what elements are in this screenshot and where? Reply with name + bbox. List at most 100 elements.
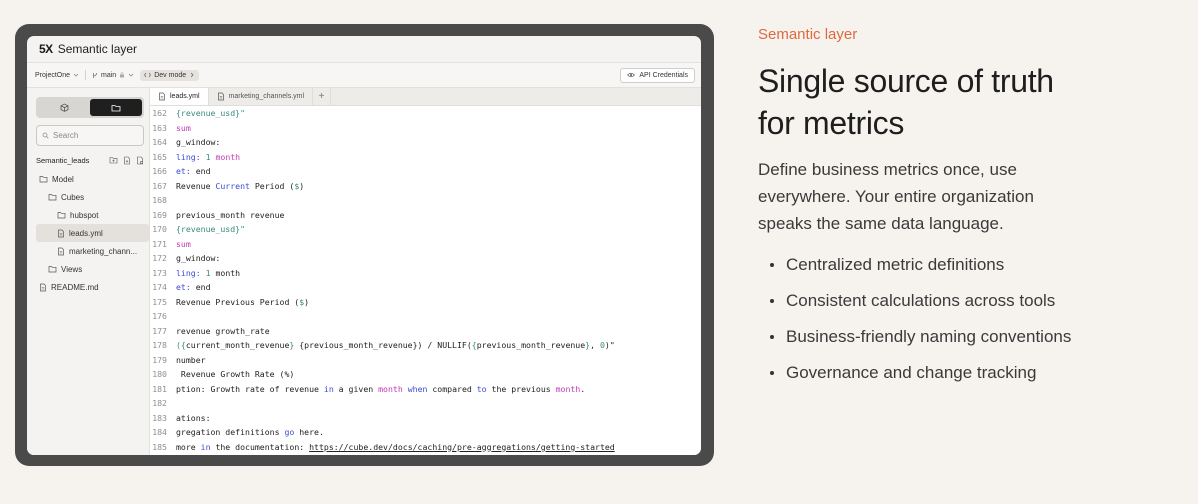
- code-token: .: [580, 383, 586, 394]
- code-line: 180 Revenue Growth Rate (%): [150, 367, 701, 382]
- line-number: 169: [152, 209, 167, 220]
- code-link[interactable]: https://cube.dev/docs/caching/pre-aggreg…: [309, 442, 615, 452]
- chevron-down-icon: [73, 73, 79, 77]
- project-selector[interactable]: ProjectOne: [35, 72, 79, 79]
- tree-item[interactable]: Cubes: [27, 188, 149, 206]
- tree-item-label: Views: [61, 264, 83, 274]
- editor-tab-label: marketing_channels.yml: [228, 93, 305, 100]
- code-line: 178 ({current_month_revenue} {previous_mo…: [150, 338, 701, 353]
- code-token: )": [604, 340, 615, 351]
- new-folder-icon[interactable]: [109, 156, 118, 164]
- file-icon: [40, 283, 46, 291]
- headline-line-2: for metrics: [758, 105, 905, 141]
- line-number: 179: [152, 354, 167, 365]
- tree-item[interactable]: Model: [27, 170, 149, 188]
- folder-icon: [57, 212, 66, 219]
- chevron-down-icon: [128, 73, 134, 77]
- code-line: 166 et: end: [150, 164, 701, 179]
- eyebrow-label: Semantic layer: [758, 26, 858, 43]
- tree-item-label: Model: [52, 174, 74, 184]
- code-token: month: [210, 267, 241, 278]
- file-settings-icon[interactable]: [136, 156, 144, 165]
- code-token: the documentation:: [210, 441, 310, 452]
- code-line: 177 revenue growth_rate: [150, 324, 701, 339]
- tree-item[interactable]: hubspot: [27, 206, 149, 224]
- editor-tabs: leads.yml marketing_channels.yml +: [150, 88, 701, 106]
- code-token: a given: [333, 383, 379, 394]
- code-token: more: [176, 441, 201, 452]
- tree-item-label: hubspot: [70, 210, 99, 220]
- line-number: 167: [152, 180, 167, 191]
- code-token: go: [284, 427, 295, 438]
- line-number: 164: [152, 137, 167, 148]
- lock-icon: [120, 72, 125, 78]
- code-line: 184 gregation definitions go here.: [150, 425, 701, 440]
- code-line: 182: [150, 396, 701, 411]
- add-tab-button[interactable]: +: [313, 88, 332, 105]
- folder-icon: [39, 176, 48, 183]
- code-line: 172 g_window:: [150, 251, 701, 266]
- code-token: previous_month_revenue: [476, 340, 586, 351]
- code-token: previous_month revenue: [176, 209, 285, 220]
- line-number: 174: [152, 282, 167, 293]
- code-line: 165 ling: 1 month: [150, 150, 701, 165]
- app-body: Search Semantic_leads Model Cubes hubspot l…: [27, 88, 701, 455]
- feature-list-text: Consistent calculations across tools: [786, 291, 1056, 310]
- line-number: 176: [152, 311, 167, 322]
- tree-item[interactable]: leads.yml: [36, 224, 149, 242]
- branch-selector[interactable]: main: [92, 72, 134, 79]
- feature-list-text: Governance and change tracking: [786, 363, 1037, 382]
- code-token: current_month_revenue: [185, 340, 290, 351]
- feature-list-item: Consistent calculations across tools: [758, 283, 1158, 319]
- file-icon: [58, 247, 64, 255]
- code-line: 163 sum: [150, 121, 701, 136]
- code-line: 173 ling: 1 month: [150, 266, 701, 281]
- headline-line-1: Single source of truth: [758, 63, 1054, 99]
- dev-mode-toggle[interactable]: Dev mode: [140, 69, 200, 81]
- code-line: 176: [150, 309, 701, 324]
- code-token: sum: [176, 122, 191, 133]
- cube-view-button[interactable]: [38, 99, 90, 116]
- code-text: {revenue_usd}": [176, 108, 245, 118]
- code-token: ): [299, 180, 305, 191]
- api-credentials-button[interactable]: API Credentials: [620, 67, 695, 83]
- tree-item-label: marketing_chann...: [69, 246, 138, 256]
- code-token: ({: [176, 340, 186, 351]
- code-token: ,: [590, 340, 600, 351]
- bullet-dot: [770, 299, 774, 303]
- title-bar: 5X Semantic layer: [27, 36, 701, 63]
- tree-item[interactable]: marketing_chann...: [27, 242, 149, 260]
- editor-tab[interactable]: marketing_channels.yml: [209, 88, 314, 105]
- code-line: 162 {revenue_usd}": [150, 106, 701, 121]
- search-icon: [42, 132, 49, 139]
- line-number: 184: [152, 427, 167, 438]
- code-token: Revenue Growth Rate (%): [176, 369, 295, 380]
- code-line: 175 Revenue Previous Period ($): [150, 295, 701, 310]
- tree-item[interactable]: README.md: [27, 278, 149, 296]
- code-icon: [144, 72, 152, 78]
- code-text: ption: Growth rate of revenue in a given…: [176, 384, 585, 394]
- toolbar: ProjectOne main Dev mode API Credentials: [27, 63, 701, 88]
- search-input[interactable]: Search: [36, 125, 144, 146]
- line-number: 183: [152, 412, 167, 423]
- code-token: ption: Growth rate of revenue: [176, 383, 324, 394]
- code-text: number: [176, 355, 206, 365]
- code-token: here.: [294, 427, 324, 438]
- code-content[interactable]: 162 {revenue_usd}" 163 sum 164 g_window: 165 li…: [150, 106, 701, 455]
- folder-view-button[interactable]: [90, 99, 142, 116]
- code-text: g_window:: [176, 253, 220, 263]
- code-token: ling:: [176, 267, 201, 278]
- tree-item[interactable]: Views: [27, 260, 149, 278]
- line-number: 166: [152, 166, 167, 177]
- line-number: 171: [152, 238, 167, 249]
- code-text: ling: 1 month: [176, 268, 240, 278]
- tree-item-label: leads.yml: [69, 228, 103, 238]
- code-line: 181 ption: Growth rate of revenue in a gi…: [150, 382, 701, 397]
- code-token: number: [176, 354, 206, 365]
- code-line: 171 sum: [150, 237, 701, 252]
- new-file-icon[interactable]: [123, 156, 131, 165]
- branch-name: main: [101, 71, 117, 79]
- editor-tab[interactable]: leads.yml: [150, 88, 209, 105]
- code-token: et:: [176, 282, 191, 293]
- code-text: et: end: [176, 282, 211, 292]
